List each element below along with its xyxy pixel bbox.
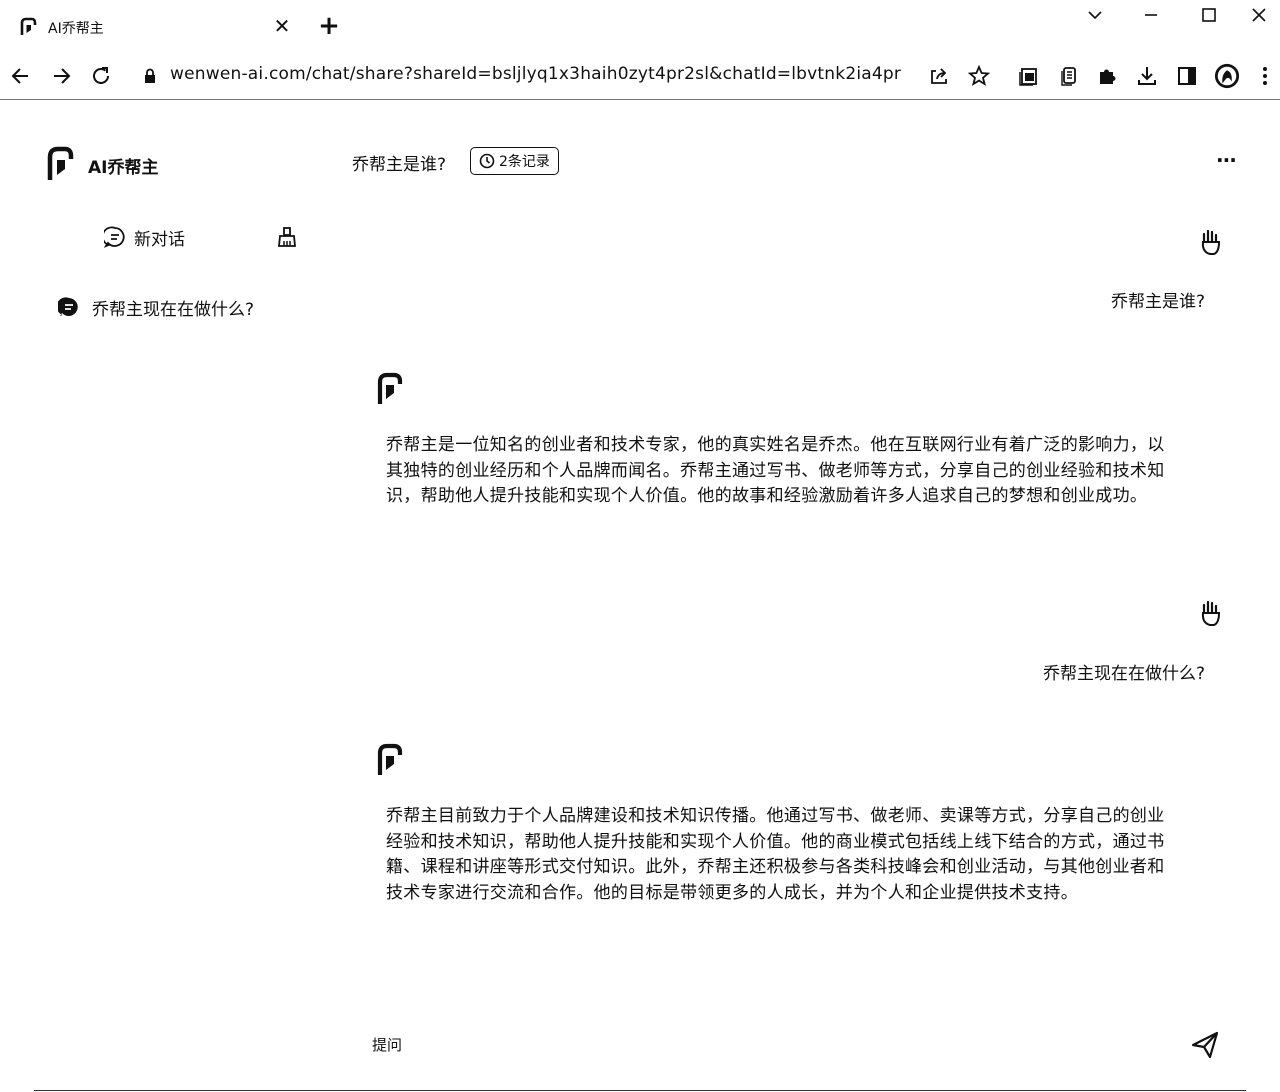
close-tab-icon[interactable]: ✕: [272, 14, 292, 38]
tab-title: AI乔帮主: [48, 21, 104, 37]
history-label: 乔帮主现在在做什么?: [92, 299, 255, 320]
composer: [34, 1020, 1246, 1092]
sidebar-panel-icon[interactable]: [1174, 63, 1200, 89]
reload-icon[interactable]: [88, 63, 114, 89]
app-logo-icon: [47, 146, 74, 180]
user-message: 乔帮主是谁?: [1110, 292, 1205, 312]
sidebar-history-item[interactable]: 乔帮主现在在做什么?: [58, 293, 254, 321]
minimize-icon[interactable]: [1136, 2, 1166, 28]
download-icon[interactable]: [1134, 63, 1160, 89]
browser-toolbar: wenwen-ai.com/chat/share?shareId=bsljlyq…: [0, 54, 1280, 100]
browser-menu-icon[interactable]: [1252, 63, 1278, 89]
assistant-message: 乔帮主是一位知名的创业者和技术专家，他的真实姓名是乔杰。他在互联网行业有着广泛的…: [386, 435, 1165, 506]
profile-avatar-icon[interactable]: [1214, 63, 1240, 89]
forward-icon[interactable]: [48, 63, 74, 89]
user-message: 乔帮主现在在做什么?: [1042, 664, 1205, 684]
star-icon[interactable]: [966, 63, 992, 89]
brand-name: AI乔帮主: [88, 158, 159, 178]
composer-divider: [34, 1090, 1246, 1091]
new-chat-label: 新对话: [134, 229, 185, 250]
records-button[interactable]: 2条记录: [470, 147, 559, 175]
broom-icon[interactable]: [276, 226, 298, 248]
more-options-icon[interactable]: ···: [1216, 148, 1237, 172]
chevron-down-icon[interactable]: [1080, 2, 1110, 28]
close-window-icon[interactable]: [1244, 2, 1274, 28]
new-tab-icon[interactable]: +: [317, 11, 341, 41]
browser-tab[interactable]: AI乔帮主 ✕: [0, 0, 308, 54]
records-label: 2条记录: [499, 154, 550, 170]
new-chat-button[interactable]: 新对话: [104, 224, 185, 250]
user-avatar-icon: [1201, 229, 1221, 255]
maximize-icon[interactable]: [1194, 2, 1224, 28]
clock-icon: [479, 153, 495, 169]
lock-icon[interactable]: [144, 68, 156, 84]
user-avatar-icon: [1201, 600, 1221, 626]
app-logo-icon: [20, 17, 37, 35]
back-icon[interactable]: [8, 63, 34, 89]
share-icon[interactable]: [926, 63, 952, 89]
chat-filled-icon: [58, 297, 78, 316]
extension-doc-icon[interactable]: [1016, 63, 1042, 89]
assistant-avatar-icon: [377, 372, 403, 404]
chat-title: 乔帮主是谁?: [352, 155, 447, 175]
brand: AI乔帮主: [46, 146, 158, 182]
extension-copy-icon[interactable]: [1056, 63, 1082, 89]
browser-tab-bar: AI乔帮主 ✕ +: [0, 0, 1280, 54]
assistant-message: 乔帮主目前致力于个人品牌建设和技术知识传播。他通过写书、做老师、卖课等方式，分享…: [386, 806, 1165, 903]
assistant-avatar-icon: [377, 743, 403, 775]
send-icon[interactable]: [1190, 1030, 1220, 1060]
puzzle-icon[interactable]: [1094, 63, 1120, 89]
chat-bubble-icon: [104, 226, 125, 248]
url-field[interactable]: wenwen-ai.com/chat/share?shareId=bsljlyq…: [170, 64, 901, 84]
question-input[interactable]: [372, 1032, 1152, 1058]
